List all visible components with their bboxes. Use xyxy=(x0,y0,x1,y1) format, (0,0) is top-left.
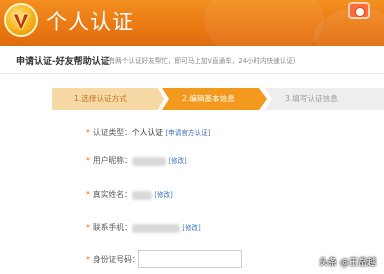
watermark: 头条 @王岳越 xyxy=(319,258,376,268)
nickname-label: 用户昵称： xyxy=(92,156,132,165)
id-number-input[interactable] xyxy=(138,250,242,268)
form-row-type: * 认证类型：个人认证 [申请官方认证] xyxy=(86,128,211,137)
section-header: 申请认证-好友帮助认证 （有两个认证好友帮忙，即可马上加V直通车，24小时内快速… xyxy=(0,46,384,74)
section-description: （有两个认证好友帮忙，即可马上加V直通车，24小时内快速认证） xyxy=(102,57,300,65)
apply-official-link[interactable]: [申请官方认证] xyxy=(166,129,211,137)
step-edit-basic-info[interactable]: 2.编辑基本信息 xyxy=(162,88,267,110)
form-row-realname: * 真实姓名： [修改] xyxy=(86,190,173,200)
page-title: 个人认证 xyxy=(46,10,134,34)
form-row-id: * 身份证号码： xyxy=(86,255,140,264)
phone-label: 联系手机： xyxy=(92,223,132,232)
id-label: 身份证号码： xyxy=(92,255,140,264)
type-value: 个人认证 xyxy=(131,128,164,137)
camera-icon[interactable] xyxy=(348,2,370,19)
step-select-method[interactable]: 1.选择认证方式 xyxy=(52,88,164,110)
form-row-phone: * 联系手机： [修改] xyxy=(86,223,201,233)
type-label: 认证类型： xyxy=(92,128,132,137)
edit-realname-link[interactable]: [修改] xyxy=(154,191,172,199)
v-logo-icon xyxy=(4,3,38,37)
edit-phone-link[interactable]: [修改] xyxy=(182,224,200,232)
progress-steps: 1.选择认证方式 2.编辑基本信息 3.填写认证信息 xyxy=(52,88,384,110)
app-header: 个人认证 xyxy=(0,0,384,46)
edit-nickname-link[interactable]: [修改] xyxy=(168,157,186,165)
header-decoration xyxy=(204,0,324,46)
realname-label: 真实姓名： xyxy=(92,190,132,199)
section-title: 申请认证-好友帮助认证 xyxy=(16,57,110,67)
step-fill-certification-info[interactable]: 3.填写认证信息 xyxy=(265,88,384,110)
realname-redacted xyxy=(131,190,152,200)
phone-redacted xyxy=(131,223,180,233)
form-row-nickname: * 用户昵称： [修改] xyxy=(86,156,187,166)
nickname-redacted xyxy=(131,156,166,166)
